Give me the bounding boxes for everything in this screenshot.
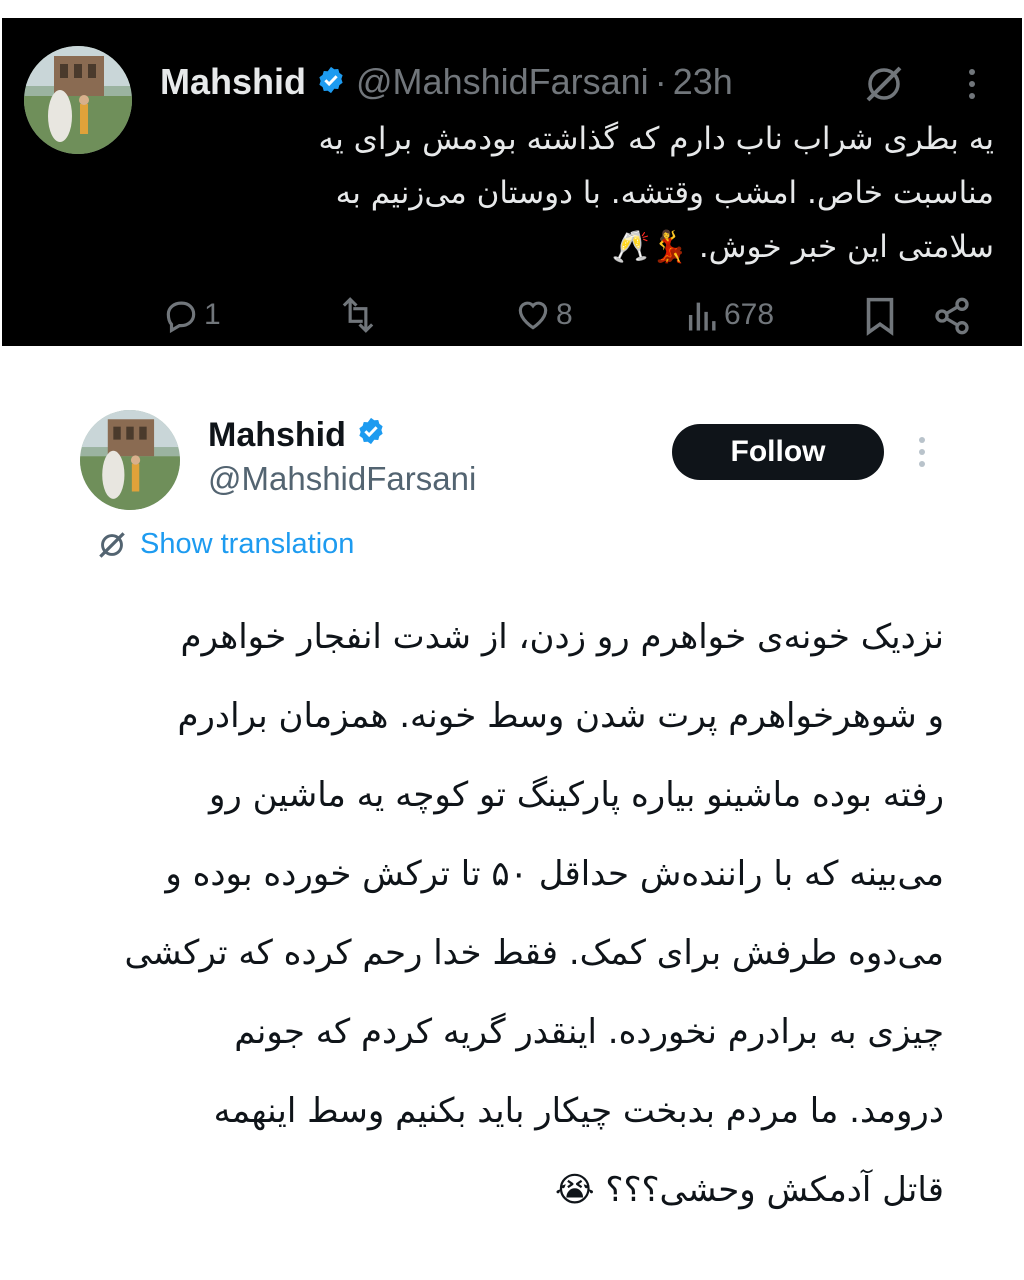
tweet-line: درومد. ما مردم بدبخت چیکار باید بکنیم وس… [213, 1091, 944, 1131]
share-icon [935, 297, 969, 335]
action-bar: 1 8 678 [2, 288, 1022, 344]
views-button[interactable]: 678 [686, 296, 774, 334]
tweet-line: مناسبت خاص. امشب وقتشه. با دوستان می‌زنی… [335, 175, 994, 211]
tweet-line: یه بطری شراب ناب دارم که گذاشته بودمش بر… [318, 121, 994, 157]
translate-icon [99, 531, 125, 558]
tweet-line: می‌بینه که با راننده‌ش حداقل ۵۰ تا ترکش … [165, 854, 944, 894]
reply-icon [166, 301, 196, 334]
reply-count: 1 [204, 298, 221, 331]
tweet-line: سلامتی این خبر خوش. 💃🥂 [611, 229, 994, 265]
display-name[interactable]: Mahshid [160, 61, 306, 103]
bookmark-button[interactable] [862, 296, 898, 336]
tweet-header: Mahshid @MahshidFarsani · 23h [160, 56, 733, 108]
reply-button[interactable]: 1 [162, 296, 221, 334]
more-icon[interactable] [962, 64, 982, 108]
separator: · [654, 61, 667, 102]
avatar[interactable] [24, 46, 132, 154]
verified-badge-icon [356, 416, 386, 455]
handle[interactable]: @MahshidFarsani [356, 61, 649, 103]
more-icon[interactable] [912, 432, 932, 476]
bookmark-icon [866, 297, 894, 336]
tweet-text: یه بطری شراب ناب دارم که گذاشته بودمش بر… [204, 112, 994, 274]
handle[interactable]: @MahshidFarsani [208, 460, 476, 498]
views-icon [688, 302, 716, 331]
tweet-line: و شوهرخواهرم پرت شدن وسط خونه. همزمان بر… [177, 696, 944, 736]
quoted-tweet-dark: Mahshid @MahshidFarsani · 23h یه بطری شر… [2, 18, 1022, 346]
show-translation-link[interactable]: Show translation [96, 528, 354, 561]
tweet-line: می‌دوه طرفش برای کمک. فقط خدا رحم کرده ک… [124, 933, 944, 973]
avatar[interactable] [80, 410, 180, 510]
views-count: 678 [724, 298, 775, 331]
like-icon [518, 301, 548, 330]
tweet-line: رفته بوده ماشینو بیاره پارکینگ تو کوچه ی… [208, 775, 944, 815]
tweet-text: نزدیک خونه‌ی خواهرم رو زدن، از شدت انفجا… [84, 598, 944, 1230]
repost-button[interactable] [336, 296, 380, 334]
display-name-row: Mahshid [208, 416, 396, 455]
show-translation-label[interactable]: Show translation [140, 528, 354, 561]
tweet-line: چیزی به برادرم نخورده. اینقدر گریه کردم … [234, 1012, 944, 1052]
timestamp[interactable]: 23h [673, 61, 733, 103]
like-count: 8 [556, 298, 573, 331]
tweet-line: نزدیک خونه‌ی خواهرم رو زدن، از شدت انفجا… [180, 617, 944, 657]
like-button[interactable]: 8 [514, 296, 573, 334]
follow-button[interactable]: Follow [672, 424, 884, 480]
share-button[interactable] [932, 296, 972, 336]
display-name[interactable]: Mahshid [208, 416, 346, 455]
grok-icon[interactable] [862, 62, 906, 110]
repost-icon [342, 297, 374, 333]
tweet-line: قاتل آدمکش وحشی؟؟؟ 😭 [554, 1170, 944, 1210]
verified-badge-icon [316, 65, 346, 99]
